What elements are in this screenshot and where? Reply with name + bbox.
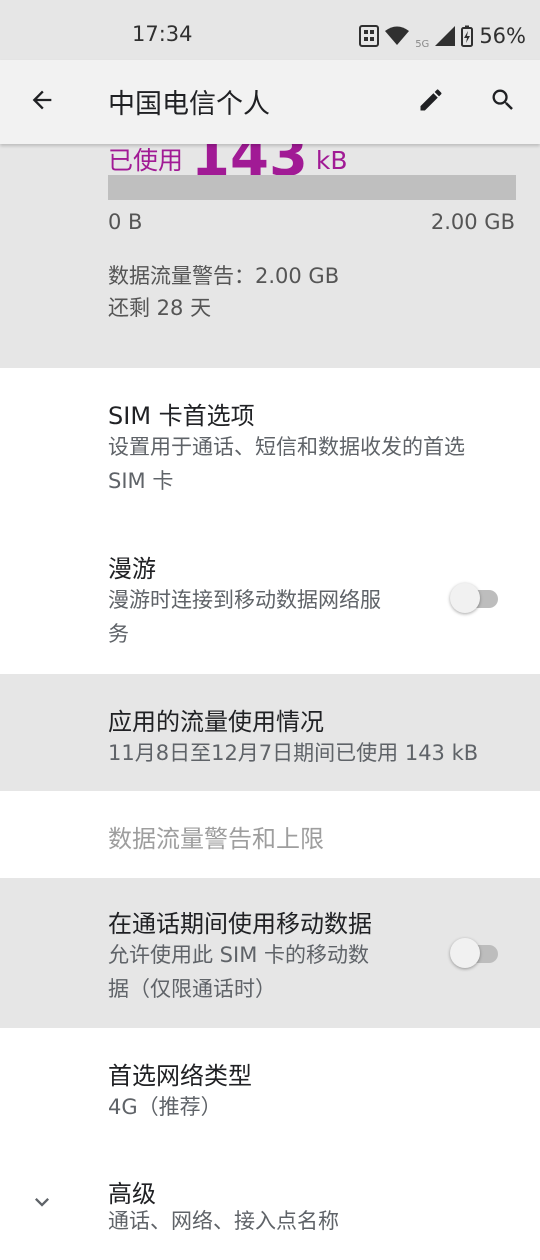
cell-signal-icon xyxy=(435,26,456,46)
battery-charging-icon xyxy=(461,25,474,47)
mobile-data-during-calls-toggle-thumb xyxy=(450,938,480,968)
page-title: 中国电信个人 xyxy=(108,89,270,120)
sim-preferences-row[interactable]: SIM 卡首选项 设置用于通话、短信和数据收发的首选 SIM 卡 xyxy=(0,368,540,523)
mobile-data-during-calls-row[interactable]: 在通话期间使用移动数据 允许使用此 SIM 卡的移动数 据（仅限通话时） xyxy=(0,878,540,1028)
mobile-data-during-calls-summary: 允许使用此 SIM 卡的移动数 据（仅限通话时） xyxy=(108,938,369,1006)
mobile-data-during-calls-summary-line2: 据（仅限通话时） xyxy=(108,977,276,1001)
usage-remaining-text: 还剩 28 天 xyxy=(108,296,212,320)
sim-status-icon xyxy=(359,25,380,47)
chevron-down-icon xyxy=(35,1198,49,1207)
top-app-bar: 中国电信个人 xyxy=(0,60,540,144)
status-icons: 5G 56% xyxy=(359,22,526,50)
preferred-network-type-summary: 4G（推荐） xyxy=(108,1095,222,1119)
app-data-usage-title: 应用的流量使用情况 xyxy=(108,708,324,736)
sim-preferences-summary-line1: 设置用于通话、短信和数据收发的首选 xyxy=(108,435,465,459)
roaming-summary-line1: 漫游时连接到移动数据网络服 xyxy=(108,588,381,612)
roaming-toggle[interactable] xyxy=(450,583,500,613)
network-type-label: 5G xyxy=(415,39,430,50)
pencil-icon xyxy=(417,86,445,118)
roaming-toggle-thumb xyxy=(450,583,480,613)
mobile-data-during-calls-toggle[interactable] xyxy=(450,938,500,968)
edit-button[interactable] xyxy=(409,80,453,124)
roaming-row[interactable]: 漫游 漫游时连接到移动数据网络服 务 xyxy=(0,523,540,674)
data-warning-limit-row[interactable]: 数据流量警告和上限 xyxy=(0,791,540,878)
usage-min-label: 0 B xyxy=(108,210,143,234)
preferred-network-type-row[interactable]: 首选网络类型 4G（推荐） xyxy=(0,1028,540,1158)
usage-warning-text: 数据流量警告：2.00 GB xyxy=(108,264,340,288)
sim-preferences-title: SIM 卡首选项 xyxy=(108,402,255,430)
search-icon xyxy=(489,86,517,118)
usage-prefix: 已使用 xyxy=(108,146,184,175)
arrow-back-icon xyxy=(28,86,56,118)
mobile-data-during-calls-summary-line1: 允许使用此 SIM 卡的移动数 xyxy=(108,943,369,967)
sim-preferences-summary: 设置用于通话、短信和数据收发的首选 SIM 卡 xyxy=(108,430,465,498)
roaming-summary: 漫游时连接到移动数据网络服 务 xyxy=(108,583,381,651)
usage-unit: kB xyxy=(315,146,348,175)
roaming-summary-line2: 务 xyxy=(108,622,129,646)
app-data-usage-summary: 11月8日至12月7日期间已使用 143 kB xyxy=(108,741,479,765)
back-button[interactable] xyxy=(20,80,64,124)
status-time: 17:34 xyxy=(132,22,193,46)
data-warning-limit-title: 数据流量警告和上限 xyxy=(108,825,324,853)
battery-percent: 56% xyxy=(479,24,526,48)
usage-progress-bar xyxy=(108,175,516,200)
search-button[interactable] xyxy=(481,80,525,124)
preferred-network-type-title: 首选网络类型 xyxy=(108,1062,252,1090)
wifi-icon xyxy=(385,26,410,46)
roaming-title: 漫游 xyxy=(108,555,156,583)
usage-max-label: 2.00 GB xyxy=(430,210,515,234)
advanced-row[interactable]: 高级 通话、网络、接入点名称 xyxy=(0,1158,540,1260)
app-data-usage-row[interactable]: 应用的流量使用情况 11月8日至12月7日期间已使用 143 kB xyxy=(0,674,540,791)
sim-preferences-summary-line2: SIM 卡 xyxy=(108,469,174,493)
mobile-data-during-calls-title: 在通话期间使用移动数据 xyxy=(108,910,372,938)
advanced-summary: 通话、网络、接入点名称 xyxy=(108,1209,339,1233)
